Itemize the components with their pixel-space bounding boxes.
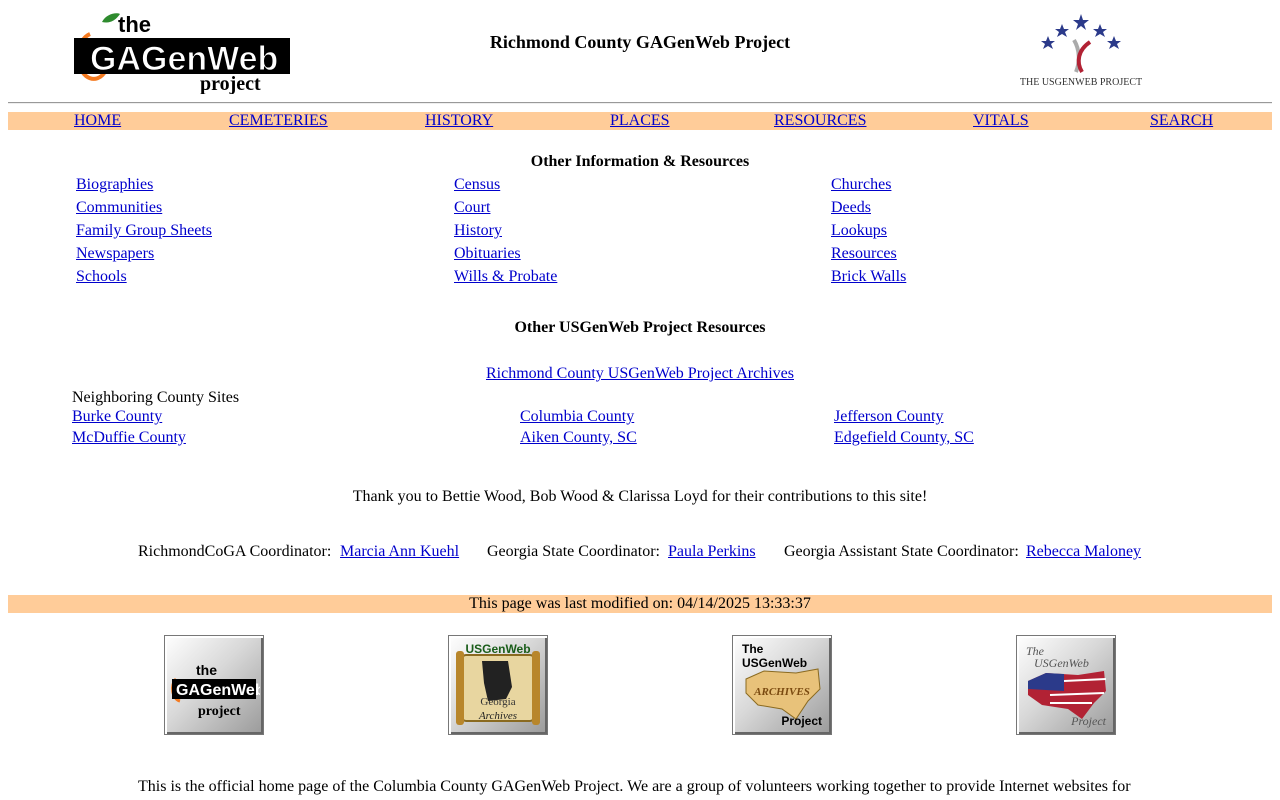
link-brick-walls[interactable]: Brick Walls [831,268,906,286]
state-coordinator-label: Georgia State Coordinator: [487,543,660,560]
ga-logo-line3: project [200,73,261,94]
badge1-line3: project [198,704,241,719]
link-deeds[interactable]: Deeds [831,199,871,217]
badge2-line3: Archives [478,710,517,722]
link-court[interactable]: Court [454,199,490,217]
link-churches[interactable]: Churches [831,176,891,194]
us-logo-caption: THE USGENWEB PROJECT [1020,77,1142,88]
link-jefferson-county[interactable]: Jefferson County [834,408,943,426]
usgenweb-archives-badge[interactable]: The USGenWeb ARCHIVES Project [732,635,832,735]
link-census[interactable]: Census [454,176,500,194]
nav-search[interactable]: SEARCH [1150,112,1213,130]
link-wills-probate[interactable]: Wills & Probate [454,268,557,286]
badge1-line1: the [196,662,217,678]
link-family-group-sheets[interactable]: Family Group Sheets [76,222,212,240]
footer-intro: This is the official home page of the Co… [138,778,1131,795]
link-archives[interactable]: Richmond County USGenWeb Project Archive… [486,365,794,382]
county-coordinator-link[interactable]: Marcia Ann Kuehl [340,543,459,561]
badge4-line3: Project [1070,714,1107,728]
link-aiken-county[interactable]: Aiken County, SC [520,429,637,447]
county-coordinator-label: RichmondCoGA Coordinator: [138,543,332,560]
gagenweb-badge[interactable]: the GAGenWeb project [164,635,264,735]
link-columbia-county[interactable]: Columbia County [520,408,634,426]
usgenweb-project-badge[interactable]: The USGenWeb Project [1016,635,1116,735]
neighboring-label: Neighboring County Sites [72,389,240,406]
other-info-title: Other Information & Resources [530,153,750,170]
georgia-archives-badge[interactable]: USGenWeb Georgia Archives [448,635,548,735]
link-burke-county[interactable]: Burke County [72,408,162,426]
link-biographies[interactable]: Biographies [76,176,153,194]
nav-home[interactable]: HOME [74,112,121,130]
link-newspapers[interactable]: Newspapers [76,245,154,263]
usgenweb-title: Other USGenWeb Project Resources [514,319,766,336]
nav-cemeteries[interactable]: CEMETERIES [229,112,328,130]
nav-vitals[interactable]: VITALS [973,112,1029,130]
link-resources[interactable]: Resources [831,245,897,263]
link-edgefield-county[interactable]: Edgefield County, SC [834,429,974,447]
assistant-coordinator-label: Georgia Assistant State Coordinator: [784,543,1019,560]
link-obituaries[interactable]: Obituaries [454,245,521,263]
badge2-line2: Georgia [480,696,515,708]
thanks-text: Thank you to Bettie Wood, Bob Wood & Cla… [352,488,928,505]
badge3-line2: USGenWeb [742,656,807,670]
badge2-line1: USGenWeb [465,642,530,656]
nav-places[interactable]: PLACES [610,112,670,130]
usgenweb-logo[interactable]: THE USGENWEB PROJECT [1018,10,1144,90]
badge1-line2: GAGenWeb [176,682,260,699]
state-coordinator-link[interactable]: Paula Perkins [668,543,756,561]
nav-resources[interactable]: RESOURCES [774,112,866,130]
nav-history[interactable]: HISTORY [425,112,493,130]
link-history[interactable]: History [454,222,502,240]
link-schools[interactable]: Schools [76,268,127,286]
header-divider [8,102,1272,104]
last-modified: This page was last modified on: 04/14/20… [8,595,1272,613]
main-nav: HOME CEMETERIES HISTORY PLACES RESOURCES… [8,112,1272,130]
badge3-line1: The [742,642,764,656]
link-lookups[interactable]: Lookups [831,222,887,240]
archives-row: Richmond County USGenWeb Project Archive… [0,365,1280,383]
badge3-line3: ARCHIVES [753,686,810,698]
assistant-coordinator-link[interactable]: Rebecca Maloney [1026,543,1141,561]
badge4-line2: USGenWeb [1034,656,1089,670]
link-mcduffie-county[interactable]: McDuffie County [72,429,186,447]
badge3-line4: Project [781,714,822,728]
link-communities[interactable]: Communities [76,199,162,217]
